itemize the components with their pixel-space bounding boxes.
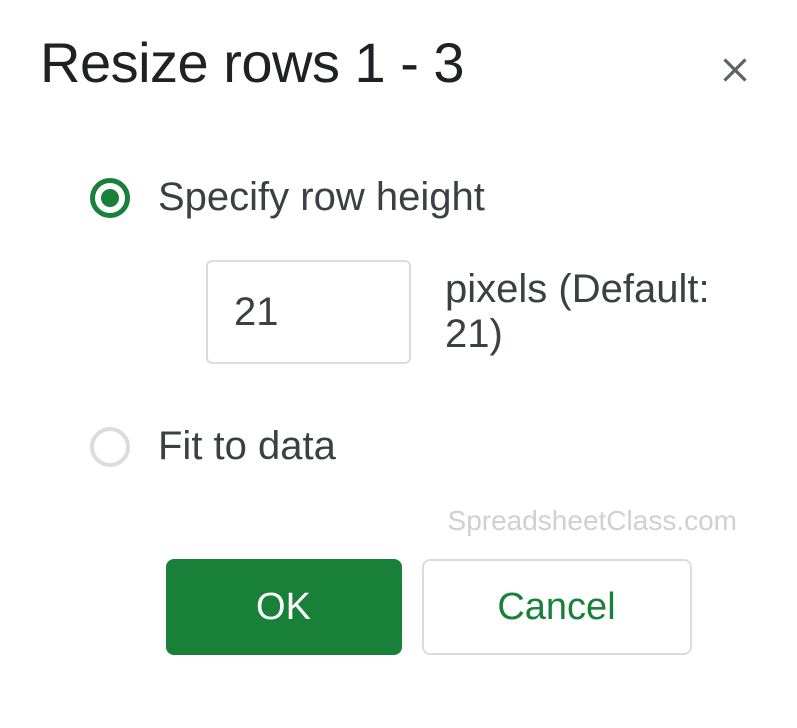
option-specify-row: Specify row height [90,175,757,220]
close-icon [717,52,753,88]
dialog-header: Resize rows 1 - 3 [40,30,757,95]
height-input-suffix: pixels (Default: 21) [445,267,757,357]
option-specify-label: Specify row height [158,175,485,220]
ok-button[interactable]: OK [166,559,402,655]
cancel-button[interactable]: Cancel [422,559,692,655]
row-height-input[interactable] [206,260,411,364]
option-fit-row: Fit to data [90,424,757,469]
watermark-text: SpreadsheetClass.com [448,505,737,537]
dialog-footer: OK Cancel [40,559,757,655]
radio-fit-to-data[interactable] [90,427,130,467]
dialog-title: Resize rows 1 - 3 [40,30,464,95]
option-fit-label: Fit to data [158,424,336,469]
close-button[interactable] [713,48,757,92]
radio-specify-height[interactable] [90,178,130,218]
options-group: Specify row height pixels (Default: 21) … [40,175,757,469]
resize-rows-dialog: Resize rows 1 - 3 Specify row height pix… [0,0,797,695]
height-input-row: pixels (Default: 21) [90,260,757,364]
